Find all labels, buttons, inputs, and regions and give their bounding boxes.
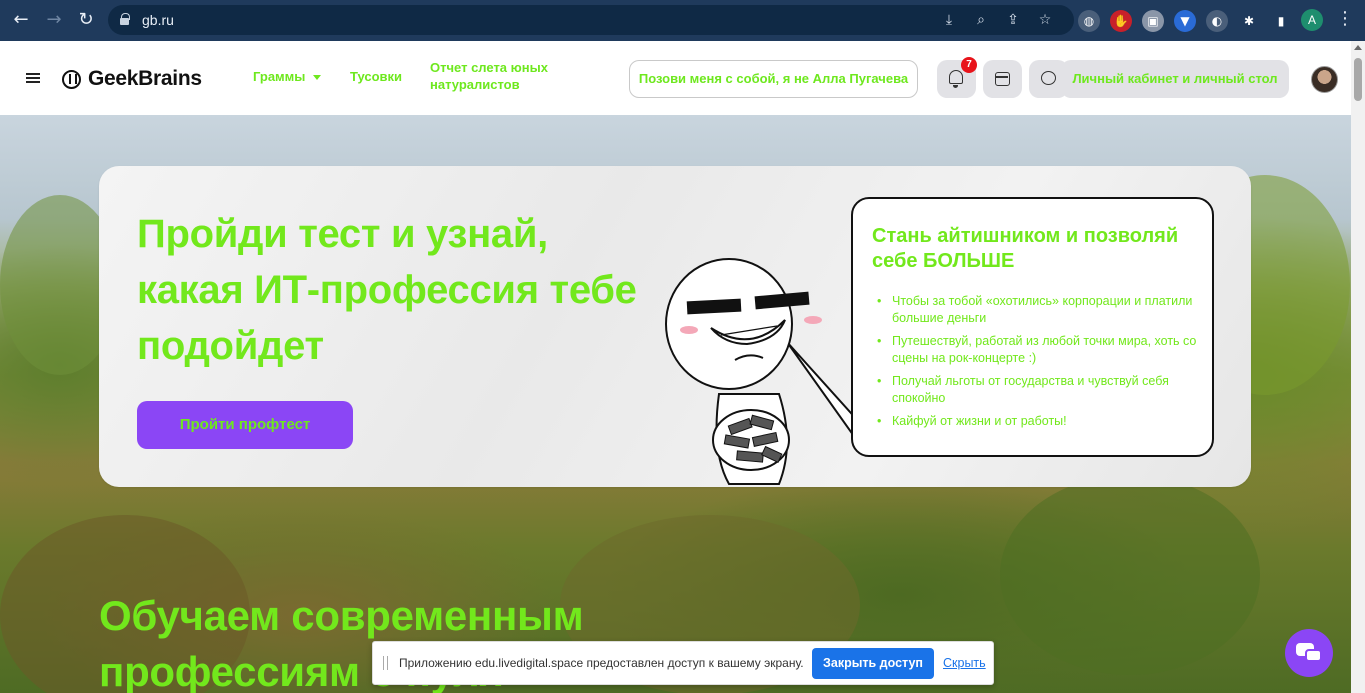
lock-icon[interactable] [120,13,130,25]
vpn-extension-icon[interactable]: ▼ [1174,10,1196,32]
hamburger-menu-icon[interactable] [26,73,40,83]
nav-item-tusovki[interactable]: Тусовки [350,68,402,85]
scroll-thumb[interactable] [1354,58,1362,101]
extensions-bar: ◍ ✋ ▣ ▼ ◐ ✱ ▮ [1078,10,1292,32]
take-test-button[interactable]: Пройти профтест [137,401,353,449]
nav-item-report[interactable]: Отчет слета юных натуралистов [430,59,580,93]
hero-banner: Пройди тест и узнай, какая ИТ-профессия … [99,166,1251,487]
drag-handle-icon[interactable] [383,656,388,670]
globe-extension-icon[interactable]: ◍ [1078,10,1100,32]
benefits-list: Чтобы за тобой «охотились» корпорации и … [877,293,1197,436]
logo[interactable]: GeekBrains [62,67,202,91]
hide-link[interactable]: Скрыть [943,656,986,670]
profile-avatar[interactable]: A [1301,9,1323,31]
bookmark-star-icon[interactable]: ☆ [1036,11,1054,29]
personal-cabinet-button[interactable]: Личный кабинет и личный стол [1061,60,1289,98]
browser-toolbar: ← → ↻ gb.ru ⤓ ⌕ ⇪ ☆ ◍ ✋ ▣ ▼ ◐ ✱ ▮ A ⋮ [0,0,1365,41]
calendar-icon [995,72,1010,86]
speech-bubble: Стань айтишником и позволяй себе БОЛЬШЕ … [851,197,1214,457]
address-bar[interactable]: gb.ru [108,5,1074,35]
list-item: Путешествуй, работай из любой точки мира… [877,333,1197,367]
user-avatar[interactable] [1311,66,1338,93]
puzzle-extensions-icon[interactable]: ✱ [1238,10,1260,32]
stop-sharing-button[interactable]: Закрыть доступ [812,648,934,679]
nav-item-label: Граммы [253,69,306,84]
share-message: Приложению edu.livedigital.space предост… [399,656,804,670]
list-item: Чтобы за тобой «охотились» корпорации и … [877,293,1197,327]
screen-share-bar: Приложению edu.livedigital.space предост… [372,641,994,685]
notification-badge: 7 [961,57,977,73]
meme-mascot-illustration [665,258,859,485]
bell-icon [949,70,963,88]
install-icon[interactable]: ⤓ [940,11,958,29]
image-extension-icon[interactable]: ▣ [1142,10,1164,32]
hero-title: Пройди тест и узнай, какая ИТ-профессия … [137,212,637,368]
back-icon[interactable]: ← [8,8,34,32]
url-text[interactable]: gb.ru [142,12,174,28]
reload-icon[interactable]: ↻ [73,8,99,32]
logo-text: GeekBrains [88,67,202,90]
toggle-extension-icon[interactable]: ◐ [1206,10,1228,32]
calendar-button[interactable] [983,60,1022,98]
address-bar-actions: ⤓ ⌕ ⇪ ☆ [940,11,1054,29]
call-me-button[interactable]: Позови меня с собой, я не Алла Пугачева [629,60,918,98]
forward-icon[interactable]: → [41,8,67,32]
page-scrollbar[interactable] [1351,41,1365,693]
geekbrains-logo-icon [62,69,81,89]
chevron-down-icon [313,75,322,81]
nav-item-grammy[interactable]: Граммы [253,68,322,85]
support-chat-button[interactable] [1285,629,1333,677]
share-icon[interactable]: ⇪ [1004,11,1022,29]
notifications-button[interactable]: 7 [937,57,977,98]
zoom-icon[interactable]: ⌕ [972,11,990,29]
browser-menu-icon[interactable]: ⋮ [1336,8,1354,29]
list-item: Получай льготы от государства и чувствуй… [877,373,1197,407]
site-header: GeekBrains Граммы Тусовки Отчет слета юн… [0,41,1351,115]
scroll-up-arrow-icon[interactable] [1354,45,1362,50]
side-panel-icon[interactable]: ▮ [1270,10,1292,32]
chat-bubble-icon [1041,71,1056,85]
list-item: Кайфуй от жизни и от работы! [877,413,1197,430]
bubble-title: Стань айтишником и позволяй себе БОЛЬШЕ [872,225,1179,272]
stop-extension-icon[interactable]: ✋ [1110,10,1132,32]
